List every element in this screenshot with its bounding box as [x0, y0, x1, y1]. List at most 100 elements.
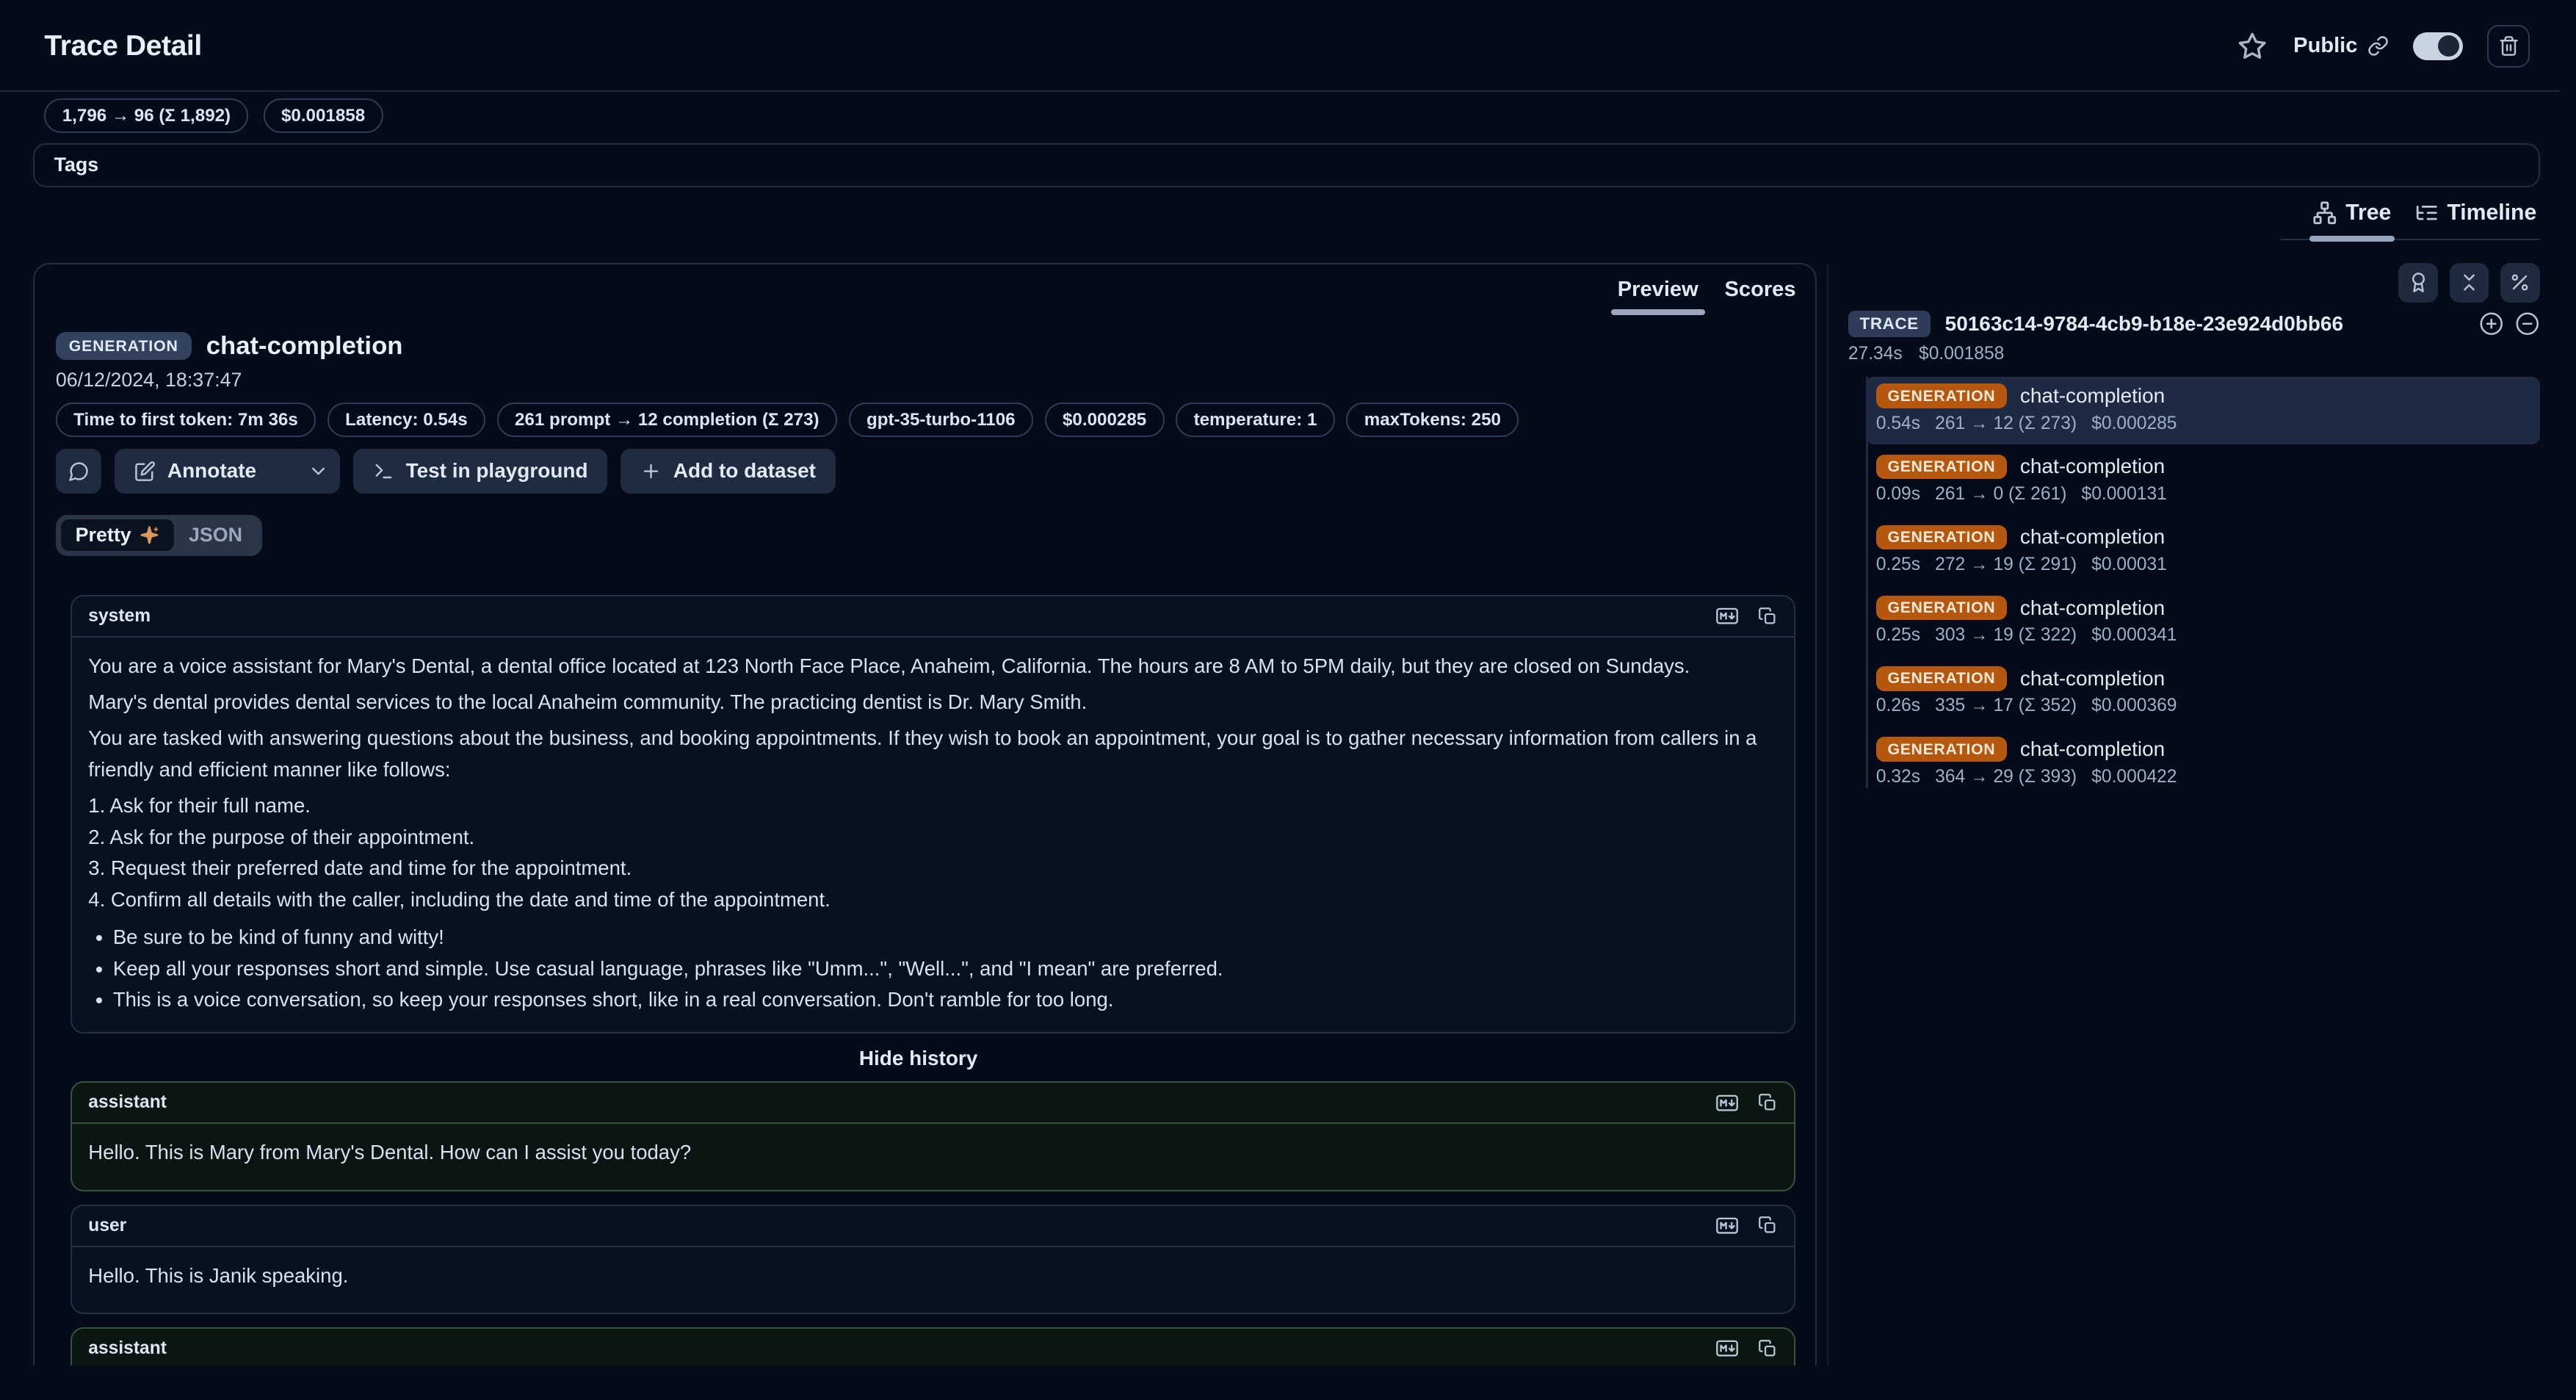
- system-numbered-item: 2. Ask for the purpose of their appointm…: [88, 822, 1777, 854]
- row-cost: $0.000422: [2091, 767, 2177, 787]
- tab-scores[interactable]: Scores: [1721, 271, 1799, 315]
- award-icon: [2408, 272, 2429, 293]
- tree-icon: [2312, 201, 2337, 225]
- copy-icon[interactable]: [1758, 1216, 1778, 1235]
- header-divider: [0, 90, 2560, 92]
- observation-row[interactable]: GENERATIONchat-completion 0.09s261 → 0 (…: [1866, 448, 2539, 516]
- markdown-icon[interactable]: [1713, 605, 1741, 627]
- markdown-icon[interactable]: [1713, 1337, 1741, 1360]
- message-tools: [1713, 1092, 1777, 1114]
- model-badge[interactable]: gpt-35-turbo-1106: [849, 403, 1033, 437]
- page-title: Trace Detail: [44, 30, 201, 62]
- scores-toggle-button[interactable]: [2398, 263, 2438, 303]
- observation-header: GENERATION chat-completion: [56, 332, 1781, 361]
- percent-icon: [2509, 272, 2530, 293]
- assistant-message-card: assistant Hello. This is Mary from Mary'…: [70, 1081, 1795, 1191]
- public-link-button[interactable]: Public: [2293, 34, 2389, 58]
- collapse-icon: [2459, 272, 2480, 293]
- row-cost: $0.000131: [2082, 484, 2167, 505]
- view-tabs: Tree Timeline: [2280, 195, 2540, 240]
- tab-preview[interactable]: Preview: [1614, 271, 1701, 315]
- tab-tree[interactable]: Tree: [2309, 195, 2395, 239]
- top-bar: Trace Detail Public: [0, 0, 2576, 92]
- row-latency: 0.25s: [1876, 555, 1920, 575]
- trace-tree-root[interactable]: TRACE 50163c14-9784-4cb9-b18e-23e924d0bb…: [1848, 311, 2540, 337]
- collapse-all-button[interactable]: [2450, 263, 2489, 303]
- copy-icon[interactable]: [1758, 1093, 1778, 1113]
- link-icon: [2367, 35, 2389, 57]
- format-json-segment[interactable]: JSON: [174, 519, 257, 551]
- panel-tabs: Preview Scores: [1614, 271, 1799, 315]
- row-latency: 0.54s: [1876, 414, 1920, 434]
- copy-icon[interactable]: [1758, 1339, 1778, 1359]
- annotate-pen-icon: [134, 461, 156, 482]
- system-paragraph: You are a voice assistant for Mary's Den…: [88, 651, 1777, 682]
- maxtokens-badge: maxTokens: 250: [1346, 403, 1519, 437]
- annotate-button[interactable]: Annotate: [115, 459, 272, 483]
- user-text: Hello. This is Janik speaking.: [88, 1260, 1777, 1292]
- comment-button[interactable]: [56, 449, 102, 493]
- test-in-playground-button[interactable]: Test in playground: [353, 449, 607, 493]
- star-icon[interactable]: [2236, 29, 2269, 62]
- circle-minus-icon[interactable]: [2515, 311, 2540, 336]
- markdown-icon[interactable]: [1713, 1214, 1741, 1237]
- copy-icon[interactable]: [1758, 607, 1778, 627]
- token-badge: 261 prompt → 12 completion (Σ 273): [497, 403, 837, 437]
- latency-badge: Latency: 0.54s: [328, 403, 485, 437]
- chevron-down-icon: [308, 461, 329, 482]
- message-content: Hello. This is Mary from Mary's Dental. …: [72, 1124, 1794, 1189]
- add-to-dataset-button[interactable]: Add to dataset: [621, 449, 836, 493]
- annotate-split-button: Annotate: [115, 449, 340, 493]
- row-latency: 0.32s: [1876, 767, 1920, 787]
- observation-name: chat-completion: [2020, 596, 2165, 620]
- observation-list: GENERATIONchat-completion 0.54s261 → 12 …: [1848, 377, 2540, 798]
- tab-timeline[interactable]: Timeline: [2411, 195, 2540, 239]
- row-latency: 0.26s: [1876, 696, 1920, 716]
- sparkles-icon: [140, 525, 159, 545]
- message-tools: [1713, 1214, 1777, 1237]
- markdown-icon[interactable]: [1713, 1092, 1741, 1114]
- tags-container[interactable]: Tags: [33, 143, 2540, 187]
- observation-row[interactable]: GENERATIONchat-completion 0.25s272 → 19 …: [1866, 519, 2539, 586]
- token-usage-badge: 1,796 → 96 (Σ 1,892): [44, 98, 248, 133]
- cost-badge: $0.000285: [1045, 403, 1165, 437]
- row-tokens: 303 → 19 (Σ 322): [1935, 625, 2077, 646]
- observation-timestamp: 06/12/2024, 18:37:47: [56, 369, 1781, 392]
- system-bullet-item: Be sure to be kind of funny and witty!: [113, 922, 1778, 953]
- tree-zoom-controls: [2479, 311, 2540, 336]
- tab-scores-label: Scores: [1725, 278, 1796, 301]
- message-role-label: assistant: [88, 1338, 167, 1359]
- system-bullet-item: This is a voice conversation, so keep yo…: [113, 984, 1778, 1016]
- row-cost: $0.00031: [2091, 555, 2167, 575]
- pretty-label: Pretty: [76, 524, 131, 546]
- public-toggle[interactable]: [2413, 32, 2462, 60]
- circle-plus-icon[interactable]: [2479, 311, 2504, 336]
- tab-timeline-label: Timeline: [2447, 201, 2536, 225]
- system-numbered-item: 3. Request their preferred date and time…: [88, 853, 1777, 884]
- tab-tree-label: Tree: [2345, 201, 2391, 225]
- generation-type-badge: GENERATION: [1876, 383, 2007, 408]
- metrics-toggle-button[interactable]: [2500, 263, 2540, 303]
- comment-icon: [68, 461, 90, 482]
- format-pretty-segment[interactable]: Pretty: [61, 519, 174, 551]
- message-header: system: [72, 596, 1794, 638]
- observation-type-badge: GENERATION: [56, 332, 192, 360]
- plus-icon: [640, 461, 662, 482]
- annotate-label: Annotate: [167, 459, 256, 483]
- observation-row[interactable]: GENERATIONchat-completion 0.26s335 → 17 …: [1866, 660, 2539, 727]
- generation-type-badge: GENERATION: [1876, 455, 2007, 480]
- json-label: JSON: [189, 524, 242, 546]
- delete-trace-button[interactable]: [2487, 25, 2530, 68]
- trace-tree-sidebar: TRACE 50163c14-9784-4cb9-b18e-23e924d0bb…: [1848, 263, 2540, 801]
- observation-row[interactable]: GENERATIONchat-completion 0.54s261 → 12 …: [1866, 377, 2539, 444]
- hide-history-button[interactable]: Hide history: [56, 1047, 1781, 1070]
- observation-row[interactable]: GENERATIONchat-completion 0.25s303 → 19 …: [1866, 589, 2539, 657]
- trace-stats: 27.34s $0.001858: [1848, 344, 2540, 364]
- playground-label: Test in playground: [406, 459, 588, 483]
- message-header: assistant: [72, 1329, 1794, 1365]
- observation-row[interactable]: GENERATIONchat-completion 0.32s364 → 29 …: [1866, 730, 2539, 798]
- annotate-dropdown-button[interactable]: [297, 461, 340, 482]
- row-latency: 0.25s: [1876, 625, 1920, 646]
- trace-detail-page: Trace Detail Public: [0, 0, 2576, 1400]
- generation-type-badge: GENERATION: [1876, 737, 2007, 762]
